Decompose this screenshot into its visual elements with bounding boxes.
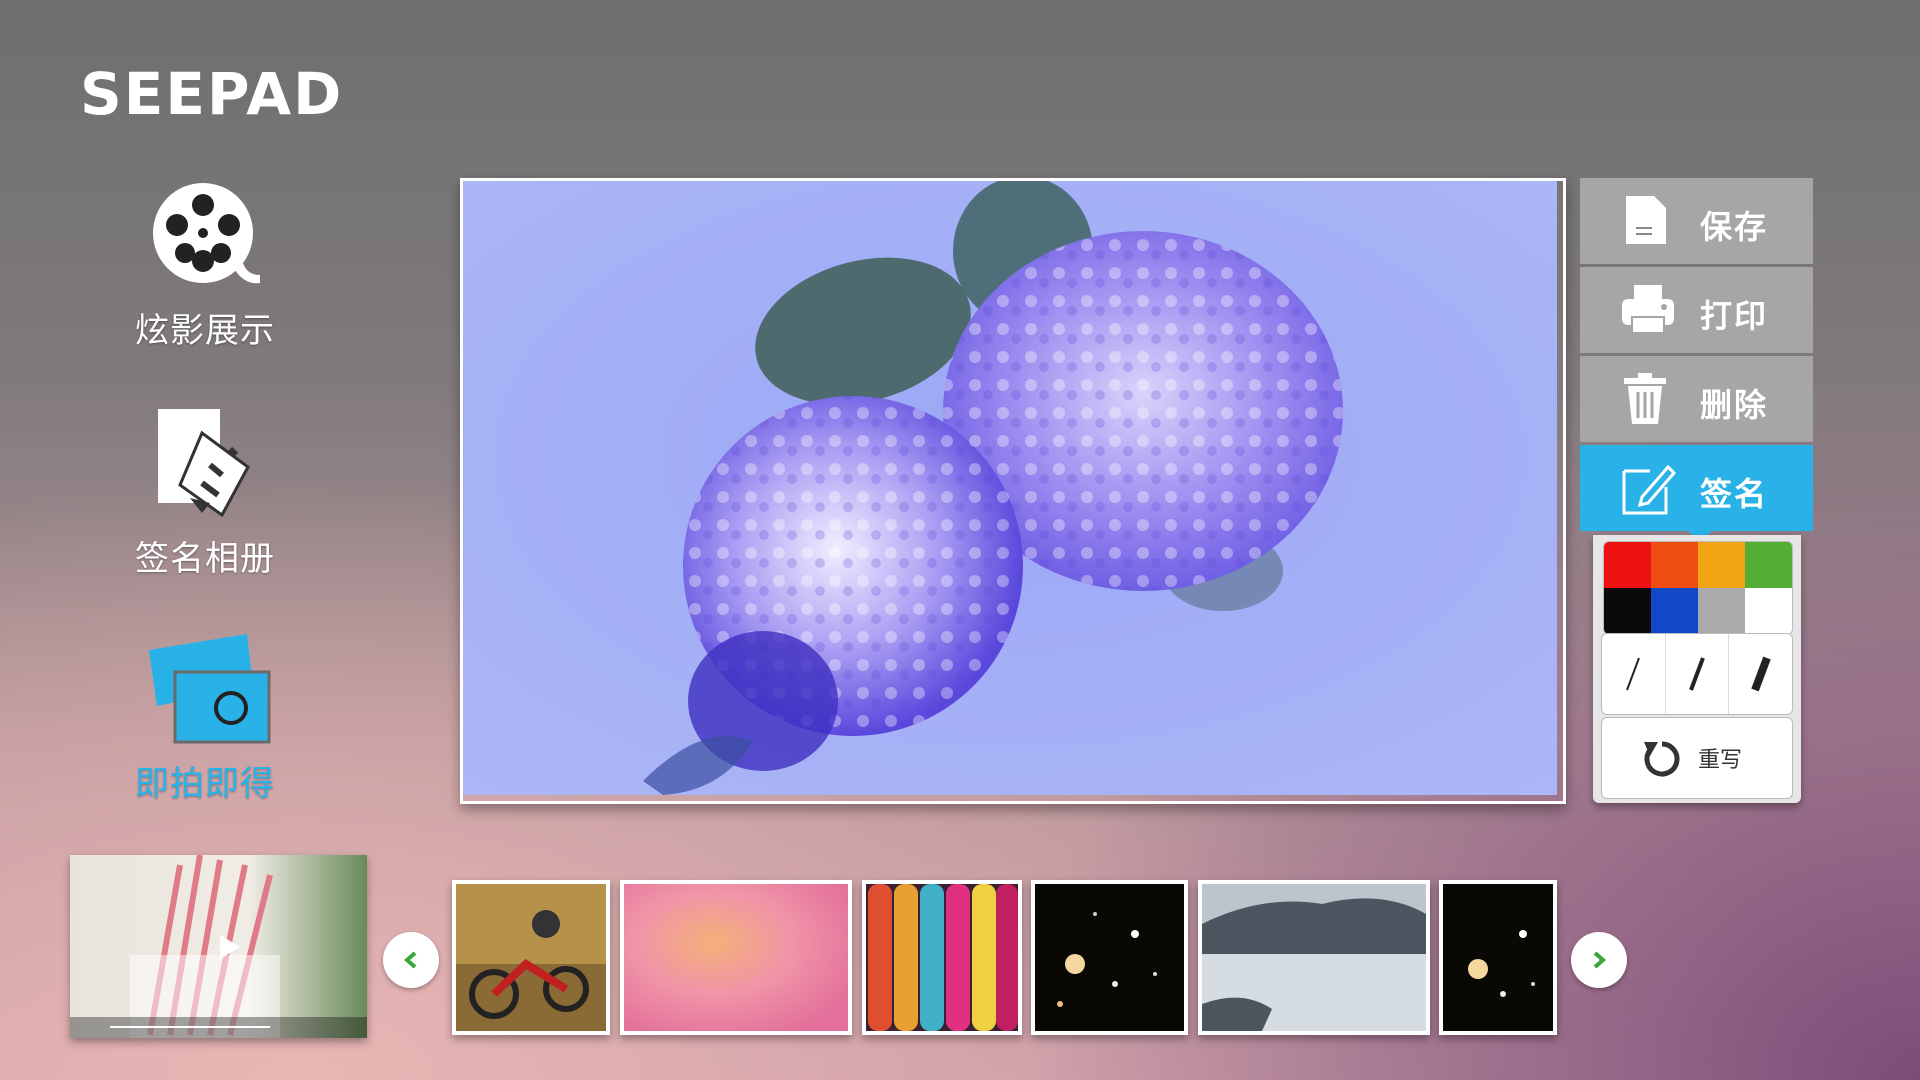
color-red-swatch[interactable]	[1604, 542, 1651, 588]
document-save-icon	[1626, 196, 1666, 244]
signature-album-icon	[158, 409, 250, 518]
delete-label: 删除	[1700, 386, 1769, 424]
thumbnail-lanterns[interactable]	[862, 880, 1022, 1035]
pen-thin-button[interactable]	[1602, 634, 1666, 714]
pen-size-group	[1601, 633, 1793, 715]
video-thumbnail[interactable]	[70, 855, 367, 1038]
color-white-swatch[interactable]	[1745, 588, 1792, 634]
edit-pen-icon	[1622, 464, 1676, 515]
thumbnail-galaxy[interactable]	[1031, 880, 1188, 1035]
instant-photo-icon	[149, 634, 271, 744]
color-orange-swatch[interactable]	[1651, 542, 1698, 588]
thumbnail-pink-blur[interactable]	[620, 880, 852, 1035]
rewrite-label: 重写	[1698, 748, 1743, 773]
color-palette	[1603, 541, 1793, 635]
nav-label-signature-album: 签名相册	[135, 539, 275, 579]
color-black-swatch[interactable]	[1604, 588, 1651, 634]
color-gray-swatch[interactable]	[1698, 588, 1745, 634]
color-green-swatch[interactable]	[1745, 542, 1792, 588]
nav-item-signature-album[interactable]: 签名相册	[105, 403, 305, 580]
hydrangea-photo	[463, 181, 1557, 795]
nav-label-instant-photo: 即拍即得	[135, 764, 275, 804]
save-button[interactable]: 保存	[1580, 178, 1813, 264]
color-yellow-swatch[interactable]	[1698, 542, 1745, 588]
sign-label: 签名	[1700, 475, 1769, 513]
thumbnail-galaxy-2[interactable]	[1439, 880, 1557, 1035]
svg-text:SEEPAD: SEEPAD	[80, 62, 343, 122]
chevron-left-icon	[403, 951, 417, 969]
nav-item-showcase[interactable]: 炫影展示	[105, 175, 305, 352]
pen-thick-icon	[1750, 656, 1771, 692]
save-label: 保存	[1700, 208, 1769, 246]
gallery-prev-button[interactable]	[383, 932, 439, 988]
pen-medium-icon	[1689, 657, 1705, 691]
photo-viewer[interactable]	[460, 178, 1566, 804]
color-blue-swatch[interactable]	[1651, 588, 1698, 634]
print-label: 打印	[1700, 297, 1769, 335]
trash-icon	[1624, 373, 1666, 424]
delete-button[interactable]: 删除	[1580, 356, 1813, 442]
print-button[interactable]: 打印	[1580, 267, 1813, 353]
rewrite-button[interactable]: 重写	[1601, 717, 1793, 799]
sign-button[interactable]: 签名	[1580, 445, 1813, 543]
chevron-right-icon	[1593, 951, 1607, 969]
seepad-logo: SEEPAD	[80, 62, 343, 122]
thumbnail-dirt-bike[interactable]	[452, 880, 610, 1035]
thumbnail-glacier[interactable]	[1198, 880, 1430, 1035]
nav-item-instant-photo[interactable]: 即拍即得	[105, 628, 305, 805]
nav-label-showcase: 炫影展示	[135, 311, 275, 351]
pen-medium-button[interactable]	[1666, 634, 1730, 714]
film-reel-icon	[153, 183, 260, 284]
action-menu: 保存 打印 删除 签名	[1580, 178, 1813, 543]
printer-icon	[1622, 285, 1674, 334]
signature-panel: 重写	[1593, 535, 1801, 803]
pen-thin-icon	[1626, 657, 1641, 691]
gallery-next-button[interactable]	[1571, 932, 1627, 988]
pen-thick-button[interactable]	[1729, 634, 1792, 714]
undo-refresh-icon	[1644, 741, 1680, 777]
